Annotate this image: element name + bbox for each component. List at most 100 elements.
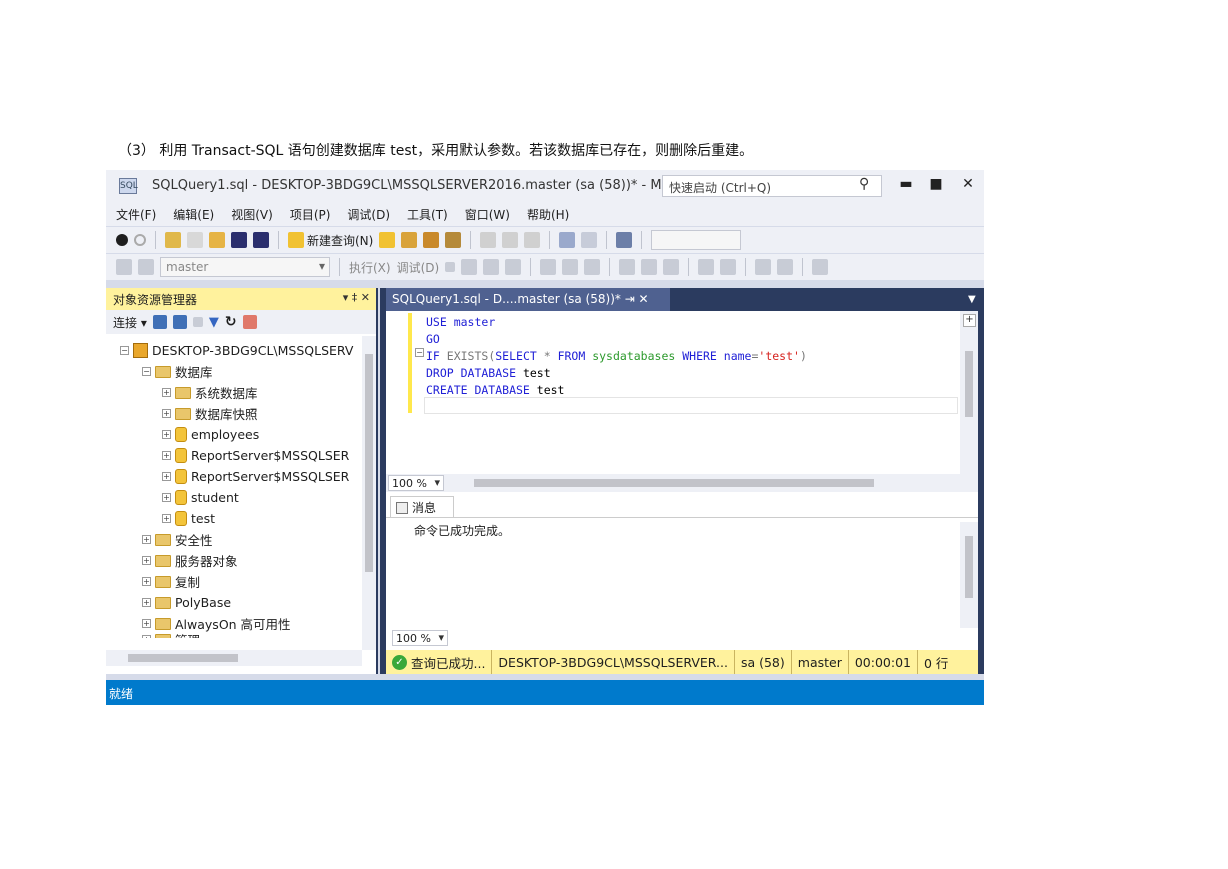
results-to-grid-icon[interactable] — [641, 259, 658, 275]
query-designer-icon[interactable] — [505, 259, 522, 275]
collapse-icon[interactable]: − — [120, 346, 129, 355]
new-file-icon[interactable] — [187, 232, 203, 248]
scroll-thumb[interactable] — [965, 536, 973, 598]
connect-icon[interactable] — [152, 315, 167, 329]
sql-editor[interactable]: − USE master GO IF EXISTS(SELECT * FROM sy… — [386, 311, 978, 474]
tree-node-database-snapshots[interactable]: + 数据库快照 — [162, 403, 258, 424]
tree-node-server[interactable]: − DESKTOP-3BDG9CL\MSSQLSERV — [120, 340, 353, 361]
display-plan-icon[interactable] — [483, 259, 500, 275]
parse-icon[interactable] — [461, 259, 478, 275]
expand-icon[interactable]: + — [162, 388, 171, 397]
tab-messages[interactable]: 消息 — [390, 496, 454, 518]
new-project-icon[interactable] — [165, 232, 181, 248]
expand-icon[interactable]: + — [162, 514, 171, 523]
close-button[interactable]: ✕ — [956, 176, 980, 196]
results-zoom-select[interactable]: 100 % — [392, 630, 448, 646]
object-explorer-hscrollbar[interactable] — [106, 650, 362, 666]
filter-icon[interactable]: ▼ — [209, 315, 219, 330]
cut-icon[interactable] — [480, 232, 497, 248]
menu-view[interactable]: 视图(V) — [231, 206, 273, 223]
activity-monitor-icon[interactable] — [242, 315, 257, 329]
expand-icon[interactable]: + — [142, 556, 151, 565]
object-explorer-vscrollbar[interactable] — [362, 336, 376, 650]
menu-project[interactable]: 项目(P) — [290, 206, 331, 223]
menu-window[interactable]: 窗口(W) — [465, 206, 510, 223]
tree-node-student[interactable]: + student — [162, 487, 239, 508]
split-icon[interactable]: + — [963, 314, 976, 327]
quick-launch-input[interactable]: 快速启动 (Ctrl+Q) — [662, 175, 882, 197]
results-to-file-icon[interactable] — [663, 259, 680, 275]
tree-node-security[interactable]: + 安全性 — [142, 529, 213, 550]
editor-hscroll-thumb[interactable] — [474, 479, 874, 487]
editor-vscrollbar[interactable]: + — [960, 311, 978, 474]
expand-icon[interactable]: + — [162, 493, 171, 502]
connect-dropdown[interactable]: 连接 ▾ — [113, 314, 147, 331]
menu-help[interactable]: 帮助(H) — [527, 206, 569, 223]
tree-node-reportserver-tempdb[interactable]: + ReportServer$MSSQLSER — [162, 466, 349, 487]
code-text[interactable]: USE master GO IF EXISTS(SELECT * FROM sysd… — [426, 314, 807, 399]
database-engine-query-icon[interactable] — [379, 232, 396, 248]
scroll-thumb[interactable] — [965, 351, 973, 417]
editor-zoom-select[interactable]: 100 % — [388, 475, 444, 491]
expand-icon[interactable]: + — [142, 598, 151, 607]
results-to-text-icon[interactable] — [619, 259, 636, 275]
copy-icon[interactable] — [502, 232, 519, 248]
expand-icon[interactable]: + — [162, 409, 171, 418]
mdx-query-icon[interactable] — [423, 232, 440, 248]
fold-collapse-icon[interactable]: − — [415, 348, 424, 357]
open-folder-icon[interactable] — [209, 232, 225, 248]
dmx-query-icon[interactable] — [445, 232, 462, 248]
increase-indent-icon[interactable] — [777, 259, 794, 275]
tree-node-server-objects[interactable]: + 服务器对象 — [142, 550, 238, 571]
menu-edit[interactable]: 编辑(E) — [173, 206, 214, 223]
uncomment-icon[interactable] — [720, 259, 737, 275]
analysis-query-icon[interactable] — [401, 232, 418, 248]
expand-icon[interactable]: + — [142, 535, 151, 544]
save-all-icon[interactable] — [253, 232, 269, 248]
expand-icon[interactable]: + — [142, 619, 151, 628]
stop-icon[interactable] — [445, 262, 456, 272]
connect-icon[interactable] — [116, 259, 132, 275]
redo-icon[interactable] — [581, 232, 598, 248]
maximize-button[interactable]: ■ — [924, 176, 948, 196]
forward-icon[interactable] — [134, 234, 146, 246]
save-icon[interactable] — [231, 232, 247, 248]
expand-icon[interactable]: + — [142, 577, 151, 586]
stop-icon[interactable] — [192, 317, 203, 327]
database-select[interactable]: master — [160, 257, 330, 277]
minimize-button[interactable]: ▬ — [894, 176, 918, 196]
menu-debug[interactable]: 调试(D) — [347, 206, 390, 223]
query-options-icon[interactable] — [540, 259, 557, 275]
debug-button[interactable]: 调试(D) — [397, 259, 440, 276]
comment-icon[interactable] — [698, 259, 715, 275]
tree-node-test[interactable]: + test — [162, 508, 215, 529]
expand-icon[interactable]: + — [162, 472, 171, 481]
change-connection-icon[interactable] — [138, 259, 154, 275]
results-vscrollbar[interactable] — [960, 522, 978, 628]
expand-icon[interactable]: + — [162, 451, 171, 460]
search-icon[interactable]: ⚲ — [859, 176, 869, 192]
intellisense-icon[interactable] — [562, 259, 579, 275]
expand-icon[interactable]: + — [162, 430, 171, 439]
execute-button[interactable]: 执行(X) — [349, 259, 391, 276]
back-icon[interactable] — [116, 234, 128, 246]
new-query-button[interactable]: 新建查询(N) — [288, 232, 373, 249]
include-plan-icon[interactable] — [584, 259, 601, 275]
scroll-thumb[interactable] — [365, 354, 373, 572]
menu-tools[interactable]: 工具(T) — [407, 206, 448, 223]
tab-sqlquery1[interactable]: SQLQuery1.sql - D....master (sa (58))* ⇥… — [386, 288, 670, 311]
menu-file[interactable]: 文件(F) — [116, 206, 156, 223]
tree-node-replication[interactable]: + 复制 — [142, 571, 200, 592]
undo-icon[interactable] — [559, 232, 576, 248]
tree-node-polybase[interactable]: + PolyBase — [142, 592, 231, 613]
decrease-indent-icon[interactable] — [755, 259, 772, 275]
solution-config-combo[interactable] — [651, 230, 742, 250]
refresh-icon[interactable]: ↻ — [225, 314, 237, 330]
activity-monitor-icon[interactable] — [616, 232, 633, 248]
scroll-thumb[interactable] — [128, 654, 238, 662]
collapse-icon[interactable]: − — [142, 367, 151, 376]
tree-node-databases[interactable]: − 数据库 — [142, 361, 213, 382]
paste-icon[interactable] — [524, 232, 541, 248]
disconnect-icon[interactable] — [172, 315, 187, 329]
specify-values-icon[interactable] — [812, 259, 829, 275]
